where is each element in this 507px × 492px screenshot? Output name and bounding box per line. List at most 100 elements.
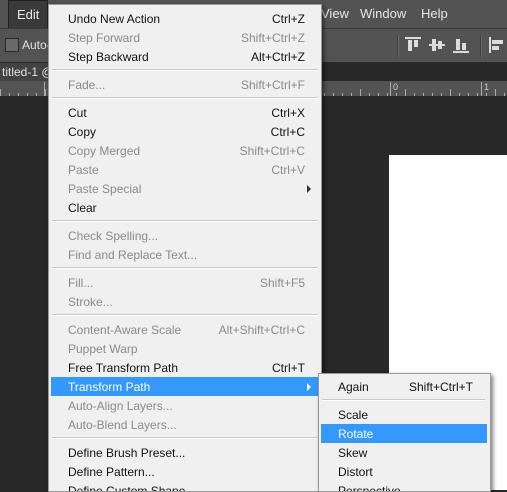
- transform-path-submenu: Again Shift+Ctrl+T Scale Rotate Skew Dis…: [318, 373, 491, 492]
- menu-item-shortcut: Ctrl+T: [272, 361, 305, 375]
- ruler-tick: [450, 89, 451, 96]
- menu-item-shortcut: Shift+F5: [259, 276, 305, 290]
- menu-item-shortcut: Ctrl+C: [270, 125, 305, 139]
- ruler-tick: [486, 93, 487, 96]
- ruler-tick: [351, 93, 352, 96]
- menu-item-shortcut: Ctrl+Z: [272, 12, 305, 26]
- ruler-tick: [378, 93, 379, 96]
- menu-item-label: Paste: [68, 163, 99, 177]
- menu-item-paste-special[interactable]: Paste Special: [51, 179, 319, 198]
- submenu-separator: [322, 399, 485, 401]
- menu-item-stroke[interactable]: Stroke...: [51, 292, 319, 311]
- ruler-tick: [369, 93, 370, 96]
- menu-item-define-brush-preset[interactable]: Define Brush Preset...: [51, 443, 319, 462]
- menu-item-check-spelling[interactable]: Check Spelling...: [51, 226, 319, 245]
- menu-separator: [52, 69, 318, 71]
- menu-item-fill[interactable]: Fill... Shift+F5: [51, 273, 319, 292]
- auto-select-label: Auto-: [22, 38, 51, 52]
- menu-item-shortcut: Ctrl+V: [271, 163, 305, 177]
- menu-item-shortcut: Ctrl+X: [271, 106, 305, 120]
- submenu-item-skew[interactable]: Skew: [321, 443, 487, 462]
- menu-item-label: Check Spelling...: [68, 229, 159, 243]
- menu-item-shortcut: Shift+Ctrl+Z: [240, 31, 305, 45]
- menu-separator: [52, 437, 318, 439]
- ruler-tick: [432, 93, 433, 96]
- menu-item-define-custom-shape[interactable]: Define Custom Shape...: [51, 481, 319, 492]
- ruler-tick: [333, 93, 334, 96]
- ruler-tick: [459, 93, 460, 96]
- menu-item-label: Paste Special: [68, 182, 142, 196]
- menu-item-step-forward[interactable]: Step Forward Shift+Ctrl+Z: [51, 28, 319, 47]
- submenu-item-label: Scale: [338, 408, 369, 422]
- menu-item-shortcut: Alt+Ctrl+Z: [250, 50, 305, 64]
- menu-item-label: Define Custom Shape...: [68, 484, 196, 492]
- menu-item-cut[interactable]: Cut Ctrl+X: [51, 103, 319, 122]
- submenu-item-distort[interactable]: Distort: [321, 462, 487, 481]
- align-vertical-centers-icon[interactable]: [429, 37, 445, 53]
- menu-item-label: Define Pattern...: [68, 465, 155, 479]
- ruler-tick: [387, 93, 388, 96]
- menu-item-fade[interactable]: Fade... Shift+Ctrl+F: [51, 75, 319, 94]
- menu-item-step-backward[interactable]: Step Backward Alt+Ctrl+Z: [51, 47, 319, 66]
- options-separator: [397, 35, 399, 57]
- menu-item-auto-align-layers[interactable]: Auto-Align Layers...: [51, 396, 319, 415]
- menu-item-shortcut: Alt+Shift+Ctrl+C: [218, 323, 305, 337]
- menu-help[interactable]: Help: [413, 0, 456, 28]
- menu-item-define-pattern[interactable]: Define Pattern...: [51, 462, 319, 481]
- submenu-item-label: Rotate: [338, 427, 374, 441]
- menu-item-label: Free Transform Path: [68, 361, 179, 375]
- menu-item-label: Fill...: [68, 276, 94, 290]
- menu-separator: [52, 97, 318, 99]
- menu-item-label: Content-Aware Scale: [68, 323, 182, 337]
- submenu-item-perspective[interactable]: Perspective: [321, 481, 487, 491]
- ruler-tick: [504, 93, 505, 96]
- menu-item-label: Find and Replace Text...: [68, 248, 198, 262]
- menu-item-undo[interactable]: Undo New Action Ctrl+Z: [51, 9, 319, 28]
- menu-item-label: Fade...: [68, 78, 106, 92]
- menu-item-label: Puppet Warp: [68, 342, 138, 356]
- auto-select-checkbox[interactable]: [5, 38, 19, 52]
- ruler-tick: [18, 93, 19, 96]
- menu-item-copy-merged[interactable]: Copy Merged Shift+Ctrl+C: [51, 141, 319, 160]
- align-bottom-edges-icon[interactable]: [453, 37, 469, 53]
- menu-item-find-replace[interactable]: Find and Replace Text...: [51, 245, 319, 264]
- ruler-tick: [495, 89, 496, 96]
- menu-item-auto-blend-layers[interactable]: Auto-Blend Layers...: [51, 415, 319, 434]
- menu-item-free-transform-path[interactable]: Free Transform Path Ctrl+T: [51, 358, 319, 377]
- menu-item-clear[interactable]: Clear: [51, 198, 319, 217]
- menu-window[interactable]: Window: [352, 0, 414, 28]
- align-left-edges-icon[interactable]: [489, 37, 505, 53]
- ruler-tick: [360, 89, 361, 96]
- submenu-item-again[interactable]: Again Shift+Ctrl+T: [321, 377, 487, 396]
- menu-item-puppet-warp[interactable]: Puppet Warp: [51, 339, 319, 358]
- align-top-edges-icon[interactable]: [405, 37, 421, 53]
- menu-item-content-aware-scale[interactable]: Content-Aware Scale Alt+Shift+Ctrl+C: [51, 320, 319, 339]
- ruler-tick: [0, 89, 1, 96]
- ruler-tick: [342, 93, 343, 96]
- submenu-item-scale[interactable]: Scale: [321, 405, 487, 424]
- ruler-tick: [9, 93, 10, 96]
- submenu-arrow-icon: [307, 383, 311, 391]
- menu-item-paste[interactable]: Paste Ctrl+V: [51, 160, 319, 179]
- ruler-tick: [324, 93, 325, 96]
- menu-item-label: Clear: [68, 201, 97, 215]
- ruler-tick: [27, 93, 28, 96]
- submenu-item-shortcut: Shift+Ctrl+T: [408, 380, 473, 394]
- menu-item-label: Transform Path: [68, 380, 151, 394]
- ruler-tick: [423, 93, 424, 96]
- menu-item-transform-path[interactable]: Transform Path: [51, 377, 319, 396]
- options-separator-2: [480, 35, 482, 57]
- edit-menu: Undo New Action Ctrl+Z Step Forward Shif…: [48, 4, 322, 492]
- menu-item-label: Stroke...: [68, 295, 113, 309]
- ruler-tick: [477, 93, 478, 96]
- ruler-tick: [414, 93, 415, 96]
- menu-edit[interactable]: Edit: [8, 0, 49, 28]
- menu-item-copy[interactable]: Copy Ctrl+C: [51, 122, 319, 141]
- menu-separator: [52, 314, 318, 316]
- submenu-item-rotate[interactable]: Rotate: [321, 424, 487, 443]
- menu-item-shortcut: Shift+Ctrl+C: [239, 144, 305, 158]
- menu-item-label: Cut: [68, 106, 87, 120]
- menu-item-label: Step Backward: [68, 50, 149, 64]
- submenu-arrow-icon: [307, 185, 311, 193]
- menu-item-shortcut: Shift+Ctrl+F: [240, 78, 305, 92]
